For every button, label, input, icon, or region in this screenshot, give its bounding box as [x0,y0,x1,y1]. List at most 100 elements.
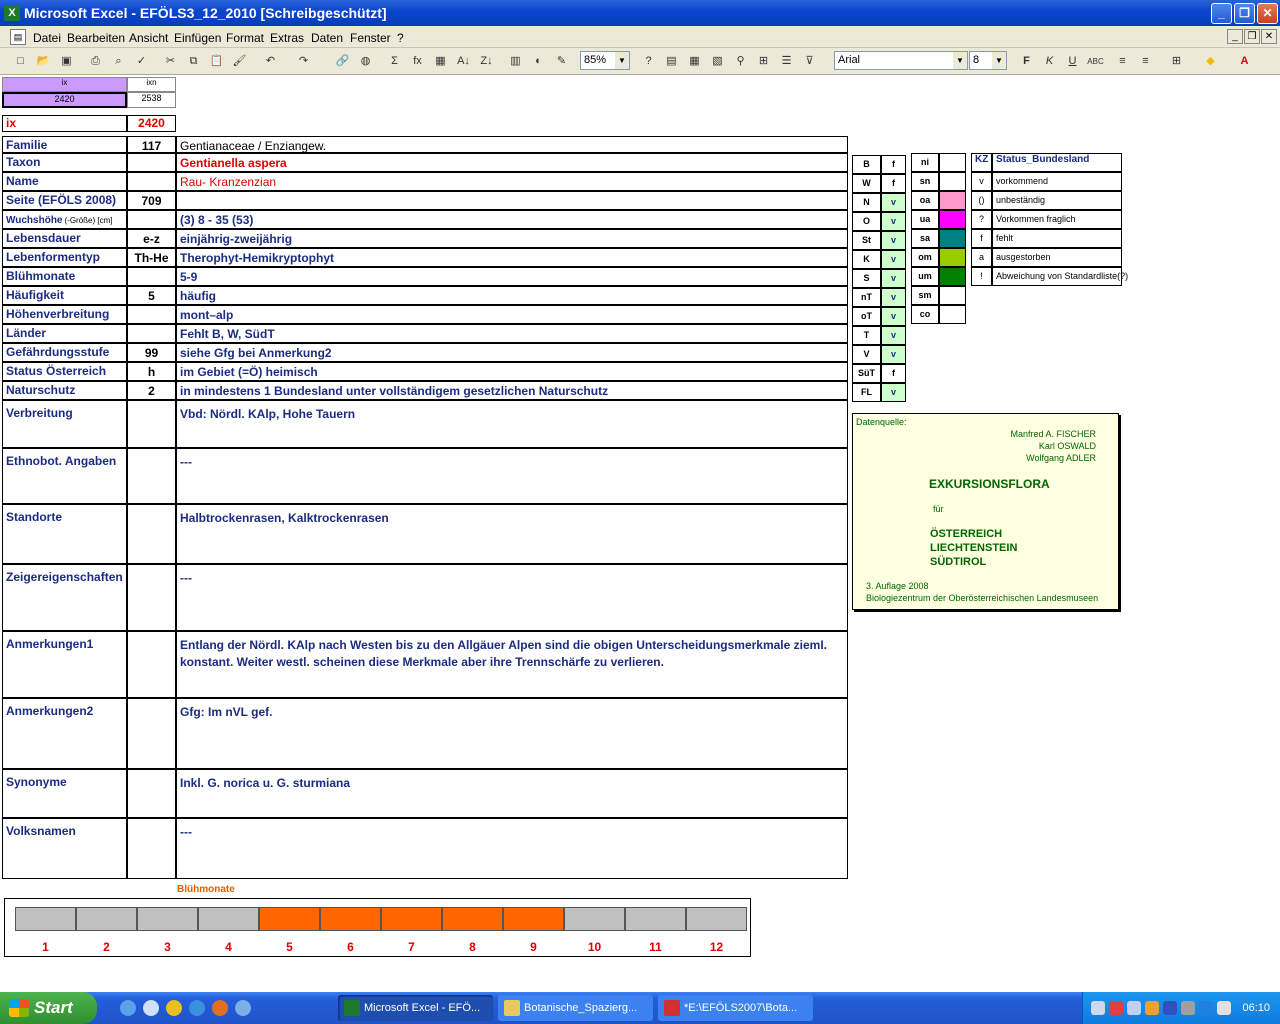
document-icon[interactable]: ▤ [10,29,26,45]
function-icon[interactable]: fx [409,53,426,70]
row-value[interactable]: Halbtrockenrasen, Kalktrockenrasen [176,504,848,564]
row-value[interactable]: Gentianella aspera [176,153,848,172]
ix-value-cell[interactable]: 2420 [2,92,127,108]
menu-help[interactable]: ? [397,31,404,45]
info-icon[interactable] [1199,1001,1213,1015]
font-color-icon[interactable]: A [1236,53,1253,70]
quicklaunch-browser-icon[interactable] [189,1000,205,1016]
row-code[interactable] [127,631,176,698]
fill-color-icon[interactable]: ◆ [1202,53,1219,70]
font-size-select[interactable]: 8 ▼ [969,51,1007,70]
menu-datei[interactable]: Datei [33,31,61,45]
open-icon[interactable]: 📂 [35,53,52,70]
row-value[interactable]: Gfg: Im nVL gef. [176,698,848,769]
row-value[interactable]: (3) 8 - 35 (53) [176,210,848,229]
copy-icon[interactable]: ⧉ [185,53,202,70]
list-icon[interactable]: ☰ [778,53,795,70]
row-value[interactable]: --- [176,818,848,879]
print-preview-icon[interactable]: ⌕ [110,53,127,70]
doc-close-button[interactable]: ✕ [1261,29,1277,44]
row-code[interactable]: 2 [127,381,176,400]
menu-bearbeiten[interactable]: Bearbeiten [67,31,125,45]
calc-icon[interactable]: ▧ [709,53,726,70]
quicklaunch-mail-icon[interactable] [235,1000,251,1016]
hyperlink-icon[interactable]: 🔗 [334,53,351,70]
redo-icon[interactable]: ↷ [295,53,312,70]
row-code[interactable] [127,818,176,879]
row-code[interactable] [127,448,176,504]
row-value[interactable]: Gentianaceae / Enziangew. [176,136,848,153]
spelling-icon[interactable]: ✓ [133,53,150,70]
align-center-icon[interactable]: ≡ [1137,53,1154,70]
underline-icon[interactable]: U [1064,53,1081,70]
quicklaunch-desktop-icon[interactable] [143,1000,159,1016]
row-value[interactable]: --- [176,564,848,631]
start-button[interactable]: Start [0,992,97,1024]
filter-icon[interactable]: ⊽ [801,53,818,70]
ixn-value-cell[interactable]: 2538 [127,92,176,108]
row-value[interactable]: Inkl. G. norica u. G. sturmiana [176,769,848,818]
row-code[interactable]: 709 [127,191,176,210]
web-icon[interactable]: ◍ [357,53,374,70]
volume-icon[interactable] [1217,1001,1231,1015]
doc-restore-button[interactable]: ❐ [1244,29,1260,44]
row-code[interactable] [127,504,176,564]
row-value[interactable]: häufig [176,286,848,305]
network-icon[interactable] [1091,1001,1105,1015]
row-value[interactable]: einjährig-zweijährig [176,229,848,248]
minimize-button[interactable]: _ [1211,3,1232,24]
borders-icon[interactable]: ⊞ [1168,53,1185,70]
row-code[interactable] [127,172,176,191]
row-value[interactable]: mont–alp [176,305,848,324]
sort-desc-icon[interactable]: Z↓ [478,53,495,70]
row-value[interactable] [176,191,848,210]
menu-fenster[interactable]: Fenster [350,31,391,45]
sort-asc-icon[interactable]: A↓ [455,53,472,70]
row-code[interactable]: 99 [127,343,176,362]
autosum-icon[interactable]: Σ [386,53,403,70]
row-value[interactable]: Rau- Kranzenzian [176,172,848,191]
search-icon[interactable] [1127,1001,1141,1015]
row-code[interactable] [127,153,176,172]
row-value[interactable]: Entlang der Nördl. KAlp nach Westen bis … [176,631,848,698]
row-value[interactable]: 5-9 [176,267,848,286]
row-value[interactable]: siehe Gfg bei Anmerkung2 [176,343,848,362]
chart-wizard-icon[interactable]: ▦ [432,53,449,70]
row-code[interactable] [127,324,176,343]
help-icon[interactable]: ? [640,53,657,70]
form-icon[interactable]: ▤ [663,53,680,70]
row-code[interactable]: Th-He [127,248,176,267]
row-code[interactable] [127,210,176,229]
map-icon[interactable]: ◐ [530,53,547,70]
format-painter-icon[interactable]: 🖌 [231,53,248,70]
worksheet[interactable]: ix ixn 2420 2538 ix 2420 Familie 117 Genti… [0,75,1280,992]
row-value[interactable]: Fehlt B, W, SüdT [176,324,848,343]
quicklaunch-firefox-icon[interactable] [212,1000,228,1016]
row-code[interactable]: 5 [127,286,176,305]
close-button[interactable]: ✕ [1257,3,1278,24]
row-value[interactable]: Therophyt-Hemikryptophyt [176,248,848,267]
paste-icon[interactable]: 📋 [208,53,225,70]
task-folder[interactable]: Botanische_Spazierg... [498,995,653,1021]
new-icon[interactable]: □ [12,53,29,70]
doc-minimize-button[interactable]: _ [1227,29,1243,44]
menu-extras[interactable]: Extras [270,31,304,45]
quicklaunch-media-icon[interactable] [166,1000,182,1016]
menu-einfuegen[interactable]: Einfügen [174,31,221,45]
task-excel[interactable]: Microsoft Excel - EFÖ... [338,995,493,1021]
row-code[interactable] [127,769,176,818]
bar-chart-icon[interactable]: ▥ [507,53,524,70]
task-editor[interactable]: *E:\EFÖLS2007\Bota... [658,995,813,1021]
update-icon[interactable] [1181,1001,1195,1015]
row-code[interactable]: 117 [127,136,176,153]
row-code[interactable]: e-z [127,229,176,248]
row-code[interactable] [127,267,176,286]
row-value[interactable]: --- [176,448,848,504]
antivirus-icon[interactable] [1109,1001,1123,1015]
align-left-icon[interactable]: ≡ [1114,53,1131,70]
cut-icon[interactable]: ✂ [162,53,179,70]
save-icon[interactable]: ▣ [58,53,75,70]
print-icon[interactable]: ⎙ [87,53,104,70]
italic-icon[interactable]: K [1041,53,1058,70]
strikethrough-icon[interactable]: ABC [1087,53,1104,70]
